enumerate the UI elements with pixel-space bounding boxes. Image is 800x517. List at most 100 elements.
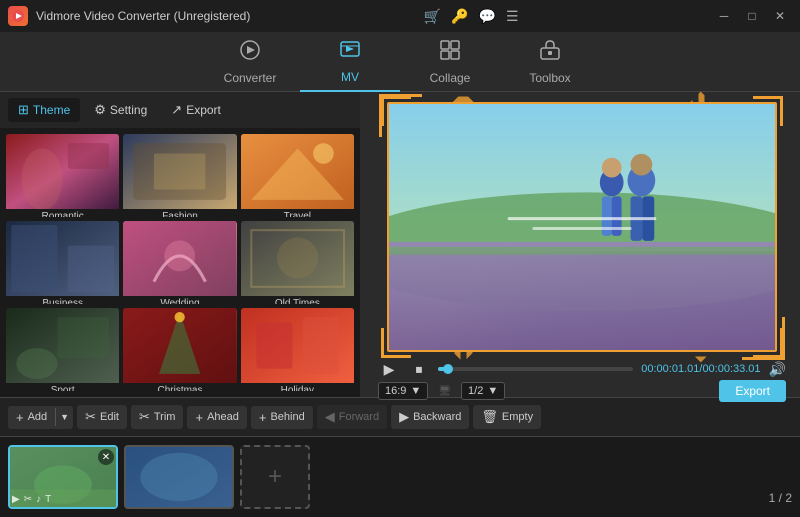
clip-music-icon: ♪	[36, 494, 41, 505]
play-button[interactable]: ▶	[378, 358, 400, 380]
time-current: 00:00:01.01	[641, 363, 699, 375]
theme-oldtimes-thumb	[241, 221, 354, 296]
key-icon[interactable]: 🔑	[451, 8, 468, 25]
panel-tab-setting[interactable]: ⚙ Setting	[84, 98, 157, 122]
edit-label: Edit	[100, 411, 119, 423]
add-label: Add	[28, 411, 48, 423]
ahead-button[interactable]: + Ahead	[187, 406, 246, 429]
maximize-button[interactable]: □	[740, 6, 764, 26]
theme-romantic[interactable]: Romantic	[6, 134, 119, 217]
empty-button[interactable]: 🗑 Empty	[473, 405, 541, 429]
time-display: 00:00:01.01/00:00:33.01	[641, 363, 760, 375]
chat-icon[interactable]: 💬	[479, 8, 496, 25]
main-content: ⊞ Theme ⚙ Setting ↗ Export	[0, 92, 800, 397]
theme-wedding[interactable]: Wedding	[123, 221, 236, 304]
clip-play-icon: ▶	[12, 494, 20, 505]
preview-image	[387, 102, 777, 352]
panel-tab-theme-label: Theme	[33, 103, 70, 117]
add-clip-button[interactable]: +	[240, 445, 310, 509]
ratio-label: 16:9	[385, 385, 406, 397]
export-button[interactable]: Export	[719, 380, 786, 402]
theme-travel-label: Travel	[241, 209, 354, 217]
toolbar: + Add ▼ ✂ Edit ✂ Trim + Ahead + Behind ◀…	[0, 397, 800, 437]
theme-holiday[interactable]: Holiday	[241, 308, 354, 391]
minimize-button[interactable]: ─	[712, 6, 736, 26]
title-bar: Vidmore Video Converter (Unregistered) 🛒…	[0, 0, 800, 32]
mv-icon	[339, 38, 361, 66]
timeline: ✕ ▶ ✂ ♪ T + 1 / 2	[0, 437, 800, 517]
backward-label: Backward	[413, 411, 461, 423]
playback-controls: ▶ ⏹ 00:00:01.01/00:00:33.01 🔊	[374, 358, 790, 380]
empty-label: Empty	[502, 411, 533, 423]
ratio-select[interactable]: 16:9 ▼	[378, 382, 428, 400]
right-panel: ▶ ⏹ 00:00:01.01/00:00:33.01 🔊 16:9 ▼ 🖥 1…	[364, 92, 800, 397]
theme-holiday-thumb	[241, 308, 354, 383]
pages-label: 1/2	[468, 385, 483, 397]
theme-holiday-label: Holiday	[241, 383, 354, 391]
ahead-label: Ahead	[207, 411, 239, 423]
close-button[interactable]: ✕	[768, 6, 792, 26]
behind-icon: +	[259, 410, 267, 425]
theme-business-thumb	[6, 221, 119, 296]
add-icon: +	[16, 410, 24, 425]
theme-christmas-thumb	[123, 308, 236, 383]
setting-icon: ⚙	[94, 102, 106, 118]
behind-button[interactable]: + Behind	[251, 406, 313, 429]
progress-dot	[443, 364, 453, 374]
edit-button[interactable]: ✂ Edit	[77, 405, 127, 429]
forward-button[interactable]: ◀ Forward	[317, 405, 387, 429]
theme-fashion[interactable]: Fashion	[123, 134, 236, 217]
theme-sport-thumb	[6, 308, 119, 383]
panel-tab-theme[interactable]: ⊞ Theme	[8, 98, 80, 122]
corner-tl	[381, 96, 411, 126]
preview-area	[374, 102, 790, 352]
left-panel: ⊞ Theme ⚙ Setting ↗ Export	[0, 92, 360, 397]
trim-icon: ✂	[139, 409, 150, 425]
app-title: Vidmore Video Converter (Unregistered)	[36, 9, 250, 23]
panel-tab-export-label: Export	[186, 103, 221, 117]
tab-toolbox[interactable]: Toolbox	[500, 32, 600, 92]
tab-collage[interactable]: Collage	[400, 32, 500, 92]
toolbox-icon	[539, 39, 561, 67]
theme-fashion-label: Fashion	[123, 209, 236, 217]
corner-br	[753, 328, 783, 358]
theme-christmas-label: Christmas	[123, 383, 236, 391]
pages-select[interactable]: 1/2 ▼	[461, 382, 505, 400]
app-icon	[8, 6, 28, 26]
backward-icon: ▶	[399, 409, 409, 425]
theme-romantic-thumb	[6, 134, 119, 209]
backward-button[interactable]: ▶ Backward	[391, 405, 469, 429]
clip-1-close[interactable]: ✕	[98, 449, 114, 465]
trim-button[interactable]: ✂ Trim	[131, 405, 184, 429]
add-button-group: + Add ▼	[8, 406, 73, 429]
tab-mv[interactable]: MV	[300, 32, 400, 92]
export-icon: ↗	[171, 102, 182, 118]
clip-1-icons: ▶ ✂ ♪ T	[12, 494, 51, 505]
theme-sport[interactable]: Sport	[6, 308, 119, 391]
theme-christmas[interactable]: Christmas	[123, 308, 236, 391]
title-icons: 🛒 🔑 💬 ☰	[424, 8, 519, 25]
timeline-clip-1[interactable]: ✕ ▶ ✂ ♪ T	[8, 445, 118, 509]
forward-icon: ◀	[325, 409, 335, 425]
timeline-clip-2[interactable]	[124, 445, 234, 509]
clip-thumb-bg-2	[126, 447, 232, 507]
window-controls: ─ □ ✕	[712, 6, 792, 26]
theme-wedding-thumb	[123, 221, 236, 296]
clip-text-icon: T	[45, 494, 51, 505]
time-total: 00:00:33.01	[702, 363, 760, 375]
tab-converter-label: Converter	[224, 71, 277, 85]
theme-business-label: Business	[6, 296, 119, 304]
tab-converter[interactable]: Converter	[200, 32, 300, 92]
progress-bar[interactable]	[438, 367, 633, 371]
theme-oldtimes[interactable]: Old Times	[241, 221, 354, 304]
cart-icon[interactable]: 🛒	[424, 8, 441, 25]
volume-icon[interactable]: 🔊	[769, 361, 786, 378]
theme-travel[interactable]: Travel	[241, 134, 354, 217]
panel-tab-export[interactable]: ↗ Export	[161, 98, 231, 122]
add-dropdown[interactable]: ▼	[55, 408, 73, 426]
menu-icon[interactable]: ☰	[506, 8, 519, 25]
theme-business[interactable]: Business	[6, 221, 119, 304]
add-button[interactable]: + Add	[8, 406, 55, 429]
stop-button[interactable]: ⏹	[408, 358, 430, 380]
pages-dropdown-icon: ▼	[487, 385, 498, 397]
